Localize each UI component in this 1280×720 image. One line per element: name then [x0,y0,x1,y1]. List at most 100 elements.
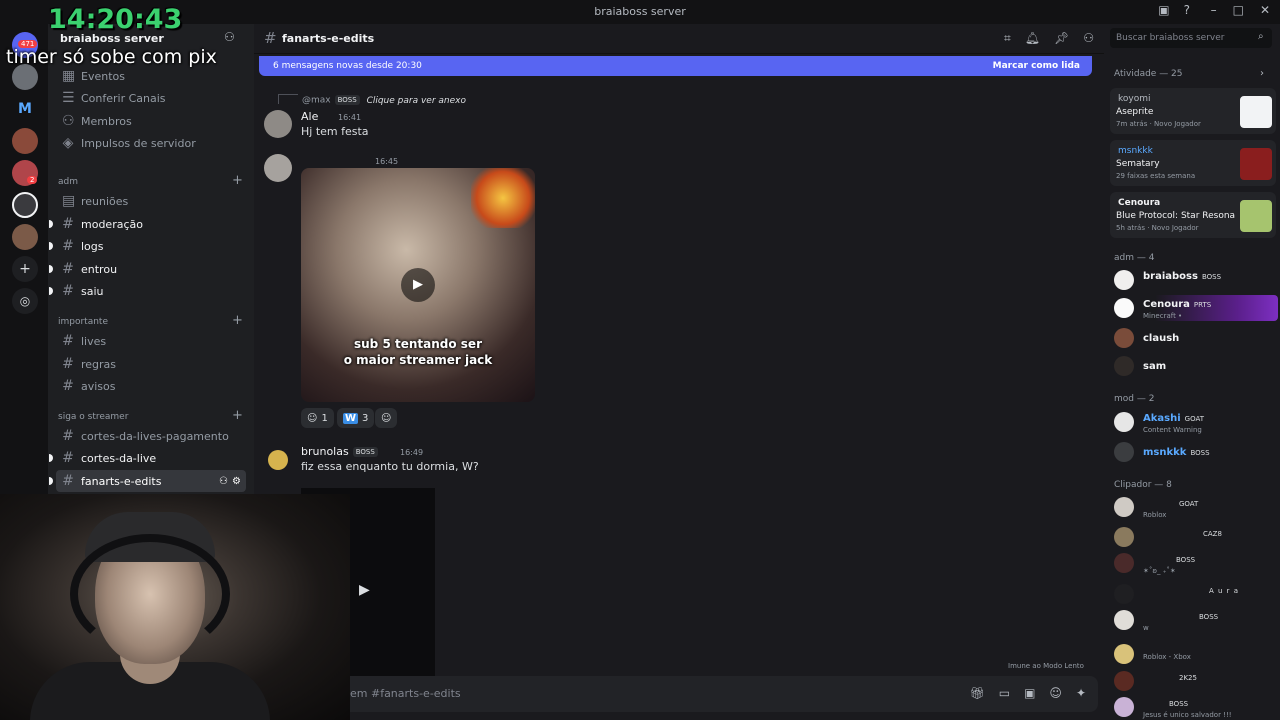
discover-icon[interactable]: ◎ [12,288,38,314]
channel-title: fanarts-e-edits [282,32,375,45]
member-row[interactable]: Akashi GOAT Content Warning [1114,409,1278,435]
channel-avisos[interactable]: # avisos [56,375,246,397]
member-row[interactable]: claush [1114,325,1278,351]
member-row[interactable]: BOSS ✶˚ʚ_ ₊˚✶ [1114,550,1278,576]
message-author[interactable]: Ale [301,110,318,123]
add-channel-icon[interactable]: + [232,408,243,423]
channel-saiu[interactable]: # saiu [49,280,246,302]
member-row[interactable]: A u r a [1114,581,1278,607]
emoji-icon[interactable]: ☺ [1049,686,1062,700]
invite-icon[interactable]: ⚇ [219,476,228,487]
pin-icon[interactable]: 📌︎ [1054,31,1069,46]
avatar [1114,442,1134,462]
hash-icon: # [62,473,74,489]
member-list-icon[interactable]: ⚇ [1083,31,1094,46]
window-title: braiaboss server [594,5,686,18]
member-row[interactable]: BOSS w [1114,607,1278,633]
gear-icon[interactable]: ⚙ [232,476,241,487]
activity-card[interactable]: msnkkk Sematary 29 faixas esta semana [1110,140,1276,186]
avatar [1114,270,1134,290]
activity-card[interactable]: Cenoura Blue Protocol: Star Resona… 5h a… [1110,192,1276,238]
avatar [1114,584,1134,604]
play-icon[interactable]: ▶ [359,582,370,598]
hash-icon: # [62,261,74,277]
add-server-icon[interactable]: + [12,256,38,282]
mark-as-read-button[interactable]: Marcar como lida [993,61,1080,71]
help-icon[interactable]: ? [1184,3,1190,17]
message-author[interactable]: brunolas BOSS [301,445,378,458]
sidebar-item-boosts[interactable]: ◈ Impulsos de servidor [56,132,246,154]
search-icon: ⌕ [1258,31,1264,42]
channel-cortes-pagamento[interactable]: # cortes-da-lives-pagamento [56,425,246,447]
server-icon-m[interactable]: M [12,96,38,122]
server-icon[interactable] [12,224,38,250]
sidebar-item-browse-channels[interactable]: ☰ Conferir Canais [56,87,246,109]
new-messages-bar[interactable]: 6 mensagens novas desde 20:30 Marcar com… [259,56,1092,76]
inbox-icon[interactable]: ▣ [1158,3,1169,17]
channel-entrou[interactable]: # entrou [49,258,246,280]
activity-card[interactable]: koyomi Aseprite 7m atrás · Novo Jogador [1110,88,1276,134]
member-row[interactable]: Roblox - Xbox [1114,641,1278,667]
channel-sidebar: braiaboss server ⚇ ▦ Eventos ☰ Conferir Ca… [48,24,254,494]
avatar [1114,497,1134,517]
webcam-overlay [0,494,350,720]
member-row[interactable]: Cenoura PRTS Minecraft • [1114,295,1278,321]
channel-regras[interactable]: # regras [56,353,246,375]
server-icon[interactable] [12,128,38,154]
add-reaction-button[interactable]: ☺ [375,408,398,428]
avatar [1114,553,1134,573]
member-row[interactable]: braiaboss BOSS [1114,267,1278,293]
message-timestamp: 16:49 [400,448,424,457]
role-header: Clipador — 8 [1114,480,1172,490]
message-composer[interactable]: em #fanarts-e-edits 🎁︎ ▭ ▣ ☺ ✦ [258,676,1098,712]
category-importante[interactable]: importante [58,317,108,327]
play-icon[interactable]: ▶ [401,268,435,302]
avatar[interactable] [264,110,292,138]
sticker-icon[interactable]: ▣ [1024,686,1035,700]
app-thumbnail [1240,96,1272,128]
channel-moderacao[interactable]: # moderação [49,213,246,235]
bell-icon[interactable]: 🔔︎ [1025,31,1040,46]
minimize-button[interactable]: – [1211,3,1217,17]
close-button[interactable]: ✕ [1260,3,1270,17]
member-row[interactable]: sam [1114,353,1278,379]
video-caption: sub 5 tentando ser o maior streamer jack [343,337,493,367]
reply-reference[interactable]: @max BOSS Clique para ver anexo [302,95,466,106]
avatar[interactable] [268,450,288,470]
channel-logs[interactable]: # logs [49,235,246,257]
member-row[interactable]: BOSS Jesus é unico salvador !!! [1114,694,1278,720]
unread-badge: 2 [27,176,38,184]
member-row[interactable]: GOAT Roblox [1114,494,1278,520]
channel-reunioes[interactable]: ▤ reuniões [56,190,246,212]
hash-icon: # [62,216,74,232]
maximize-button[interactable]: □ [1233,3,1244,17]
reaction-pill[interactable]: W3 [337,408,375,428]
gif-icon[interactable]: ▭ [999,686,1010,700]
add-channel-icon[interactable]: + [232,313,243,328]
role-header: mod — 2 [1114,394,1155,404]
role-header: adm — 4 [1114,253,1155,263]
channel-fanarts-e-edits[interactable]: # fanarts-e-edits ⚇ ⚙ [49,470,246,492]
category-siga-o-streamer[interactable]: siga o streamer [58,412,128,422]
message-input[interactable]: em #fanarts-e-edits [350,687,461,700]
sidebar-item-events[interactable]: ▦ Eventos [56,65,246,87]
member-row[interactable]: CAZ8 [1114,524,1278,550]
apps-icon[interactable]: ✦ [1076,686,1086,700]
threads-icon[interactable]: ⌗ [1004,31,1011,46]
channel-lives[interactable]: # lives [56,330,246,352]
sidebar-item-members[interactable]: ⚇ Membros [56,110,246,132]
avatar[interactable] [264,154,292,182]
search-input[interactable]: Buscar braiaboss server [1110,28,1272,48]
server-icon-active[interactable] [12,192,38,218]
invite-icon[interactable]: ⚇ [224,30,235,44]
category-adm[interactable]: adm [58,177,78,187]
reaction-pill[interactable]: ☺ 1 [301,408,334,428]
member-row[interactable]: msnkkk BOSS [1114,439,1278,465]
video-attachment[interactable]: sub 5 tentando ser o maior streamer jack… [301,168,535,402]
album-thumbnail [1240,148,1272,180]
chevron-right-icon[interactable]: › [1260,68,1264,79]
gift-icon[interactable]: 🎁︎ [970,686,985,700]
add-channel-icon[interactable]: + [232,173,243,188]
channel-cortes-da-live[interactable]: # cortes-da-live [49,447,246,469]
member-row[interactable]: 2K25 [1114,668,1278,694]
